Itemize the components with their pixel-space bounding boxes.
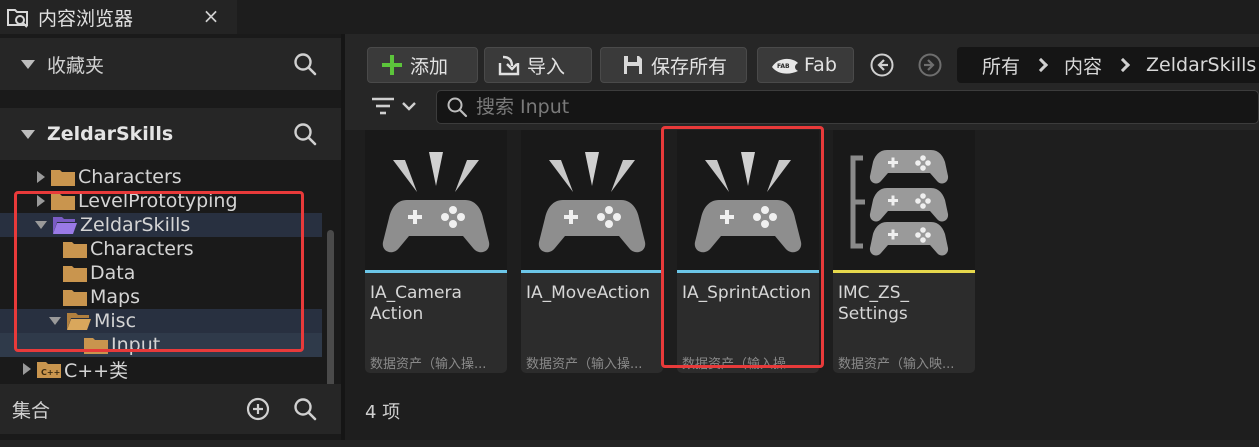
- search-icon: [447, 97, 468, 118]
- tree-item-label: Characters: [78, 166, 182, 188]
- close-icon[interactable]: ×: [200, 4, 222, 28]
- tree-item-label: C++类: [64, 359, 129, 382]
- asset-name: IA_Camera Action: [370, 283, 462, 324]
- add-circle-icon[interactable]: [244, 395, 272, 423]
- tab-content-browser[interactable]: 内容浏览器 ×: [0, 0, 237, 34]
- chevron-right-icon[interactable]: [23, 363, 31, 375]
- asset-tile-ia-move-action[interactable]: IA_MoveAction 数据资产（输入操...: [521, 130, 663, 373]
- asset-thumbnail: [365, 130, 507, 270]
- tree-scrollbar[interactable]: [327, 230, 334, 410]
- search-icon[interactable]: [291, 120, 319, 148]
- import-button[interactable]: 导入: [484, 47, 592, 83]
- project-label: ZeldarSkills: [47, 123, 174, 145]
- filter-icon[interactable]: [370, 93, 420, 121]
- forward-arrow-icon[interactable]: [917, 52, 943, 78]
- favorites-header[interactable]: 收藏夹: [0, 38, 341, 90]
- chevron-right-icon[interactable]: [1115, 57, 1131, 73]
- annotation-box: [661, 126, 824, 368]
- search-box[interactable]: [436, 90, 1259, 124]
- tree-item-characters[interactable]: Characters: [0, 165, 322, 189]
- save-icon: [624, 56, 642, 74]
- input-mapping-context-icon: [850, 150, 949, 256]
- import-label: 导入: [527, 55, 566, 78]
- chevron-right-icon[interactable]: [1033, 57, 1049, 73]
- import-icon: [498, 55, 520, 76]
- fab-icon: FAB: [772, 58, 798, 74]
- content-browser-icon: [7, 9, 28, 28]
- status-strip: [0, 440, 1259, 447]
- asset-type: 数据资产（输入操...: [526, 357, 643, 372]
- breadcrumb: 所有 内容 ZeldarSkills: [957, 47, 1259, 83]
- svg-text:C++: C++: [41, 368, 60, 377]
- tree-item-cpp-classes[interactable]: C++ C++类: [0, 357, 322, 381]
- search-input[interactable]: [476, 96, 1176, 118]
- toolbar: 添加 导入 保存所有 FAB Fab 所有 内容 ZeldarSkills 搜索…: [345, 34, 1259, 130]
- annotation-box: [14, 191, 304, 352]
- breadcrumb-item-content[interactable]: 内容: [1064, 52, 1102, 79]
- search-icon[interactable]: [291, 50, 319, 78]
- asset-type: 数据资产（输入操...: [370, 357, 487, 372]
- chevron-right-icon[interactable]: [37, 171, 45, 183]
- item-count: 4 项: [365, 402, 401, 423]
- cpp-folder-icon: C++: [37, 362, 61, 378]
- save-all-label: 保存所有: [651, 55, 728, 78]
- gamepad-icon: [538, 152, 646, 253]
- asset-name: IA_MoveAction: [526, 283, 650, 303]
- collections-label: 集合: [12, 399, 51, 422]
- fab-button[interactable]: FAB Fab: [757, 47, 854, 83]
- asset-tile-ia-camera-action[interactable]: IA_Camera Action 数据资产（输入操...: [365, 130, 507, 373]
- back-arrow-icon[interactable]: [869, 52, 895, 78]
- add-button[interactable]: 添加: [367, 47, 478, 83]
- chevron-down-icon[interactable]: [21, 129, 35, 139]
- tab-bar: 内容浏览器 ×: [0, 0, 1259, 34]
- plus-icon: [382, 55, 402, 75]
- asset-thumbnail: [521, 130, 663, 270]
- asset-tile-imc-zs-settings[interactable]: IMC_ZS_ Settings 数据资产（输入映...: [833, 130, 975, 373]
- folder-icon: [51, 170, 75, 186]
- collections-header[interactable]: 集合: [0, 384, 378, 434]
- fab-label: Fab: [804, 54, 837, 76]
- breadcrumb-item-zeldarskills[interactable]: ZeldarSkills: [1146, 54, 1256, 76]
- tab-title: 内容浏览器: [38, 7, 134, 30]
- chevron-down-icon[interactable]: [21, 59, 35, 69]
- svg-text:FAB: FAB: [777, 63, 790, 70]
- asset-type: 数据资产（输入映...: [838, 357, 955, 372]
- search-icon[interactable]: [291, 395, 319, 423]
- gamepad-icon: [382, 152, 490, 253]
- favorites-label: 收藏夹: [47, 54, 105, 77]
- asset-name: IMC_ZS_ Settings: [838, 283, 909, 324]
- breadcrumb-item-all[interactable]: 所有: [982, 52, 1020, 79]
- save-all-button[interactable]: 保存所有: [600, 47, 747, 83]
- add-label: 添加: [410, 55, 449, 78]
- project-header[interactable]: ZeldarSkills: [0, 108, 341, 160]
- asset-thumbnail: [833, 130, 975, 270]
